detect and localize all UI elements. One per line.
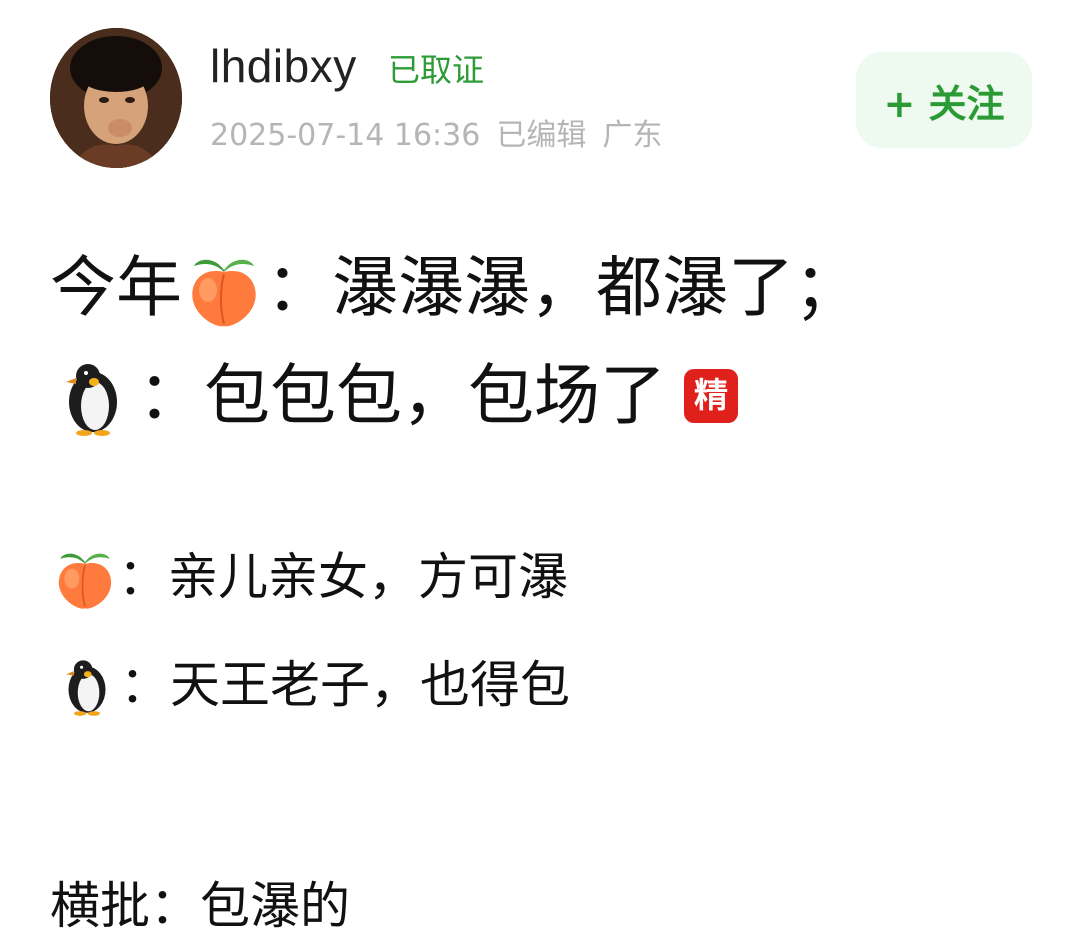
line3-text: ：亲儿亲女，方可瀑 [118,548,568,606]
content-line-1: 今年 ：瀑瀑瀑，都瀑了； [50,248,860,328]
line1-prefix: 今年 [50,249,182,326]
verified-badge: 已取证 [388,51,485,89]
avatar-photo-icon [50,28,182,168]
line4-text: ：天王老子，也得包 [120,656,570,714]
penguin-icon [58,356,128,436]
post-meta: 2025-07-14 16:36 已编辑 广东 [210,116,678,156]
peach-icon [184,248,264,328]
featured-badge: 精 [684,369,738,423]
follow-button[interactable]: + 关注 [856,52,1032,148]
post-timestamp: 2025-07-14 16:36 [210,118,481,153]
content-line-3: ：亲儿亲女，方可瀑 [52,544,568,610]
content-line-4: ：天王老子，也得包 [60,652,570,718]
line1-text: ：瀑瀑瀑，都瀑了； [266,249,860,326]
line5-text: 横批：包瀑的 [50,877,350,935]
line2-text: ：包包包，包场了 [138,357,666,434]
edited-label: 已编辑 [496,118,587,153]
peach-icon [52,544,118,610]
penguin-icon [60,652,114,718]
content-line-5: 横批：包瀑的 [50,874,350,938]
post-location: 广东 [602,118,663,153]
avatar[interactable] [50,28,182,168]
content-line-2: ：包包包，包场了 精 [58,356,738,436]
username[interactable]: lhdibxy [210,38,357,94]
